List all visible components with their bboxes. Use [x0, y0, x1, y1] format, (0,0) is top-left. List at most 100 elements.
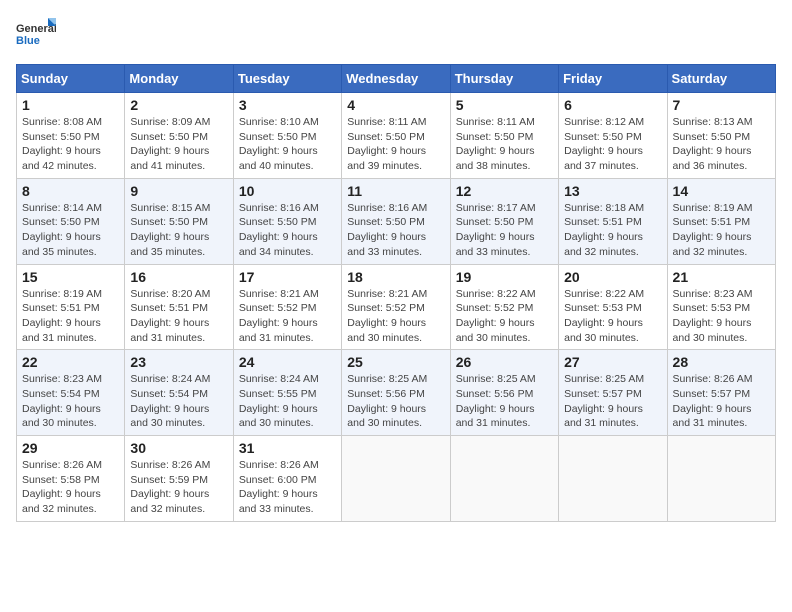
cell-info: Sunrise: 8:09 AM Sunset: 5:50 PM Dayligh… — [130, 115, 227, 174]
calendar-cell — [559, 436, 667, 522]
day-number: 19 — [456, 269, 553, 285]
calendar-cell: 13 Sunrise: 8:18 AM Sunset: 5:51 PM Dayl… — [559, 178, 667, 264]
calendar-cell: 24 Sunrise: 8:24 AM Sunset: 5:55 PM Dayl… — [233, 350, 341, 436]
day-number: 31 — [239, 440, 336, 456]
cell-info: Sunrise: 8:26 AM Sunset: 6:00 PM Dayligh… — [239, 458, 336, 517]
day-number: 21 — [673, 269, 770, 285]
cell-info: Sunrise: 8:08 AM Sunset: 5:50 PM Dayligh… — [22, 115, 119, 174]
calendar-cell: 4 Sunrise: 8:11 AM Sunset: 5:50 PM Dayli… — [342, 93, 450, 179]
cell-info: Sunrise: 8:16 AM Sunset: 5:50 PM Dayligh… — [347, 201, 444, 260]
day-number: 24 — [239, 354, 336, 370]
day-number: 2 — [130, 97, 227, 113]
cell-info: Sunrise: 8:25 AM Sunset: 5:56 PM Dayligh… — [347, 372, 444, 431]
cell-info: Sunrise: 8:14 AM Sunset: 5:50 PM Dayligh… — [22, 201, 119, 260]
cell-info: Sunrise: 8:19 AM Sunset: 5:51 PM Dayligh… — [22, 287, 119, 346]
day-number: 7 — [673, 97, 770, 113]
calendar-cell: 1 Sunrise: 8:08 AM Sunset: 5:50 PM Dayli… — [17, 93, 125, 179]
calendar-cell: 11 Sunrise: 8:16 AM Sunset: 5:50 PM Dayl… — [342, 178, 450, 264]
day-number: 5 — [456, 97, 553, 113]
cell-info: Sunrise: 8:13 AM Sunset: 5:50 PM Dayligh… — [673, 115, 770, 174]
cell-info: Sunrise: 8:22 AM Sunset: 5:53 PM Dayligh… — [564, 287, 661, 346]
calendar-cell: 31 Sunrise: 8:26 AM Sunset: 6:00 PM Dayl… — [233, 436, 341, 522]
cell-info: Sunrise: 8:10 AM Sunset: 5:50 PM Dayligh… — [239, 115, 336, 174]
calendar-cell: 15 Sunrise: 8:19 AM Sunset: 5:51 PM Dayl… — [17, 264, 125, 350]
calendar-cell: 26 Sunrise: 8:25 AM Sunset: 5:56 PM Dayl… — [450, 350, 558, 436]
calendar-week-row: 15 Sunrise: 8:19 AM Sunset: 5:51 PM Dayl… — [17, 264, 776, 350]
calendar-cell: 16 Sunrise: 8:20 AM Sunset: 5:51 PM Dayl… — [125, 264, 233, 350]
cell-info: Sunrise: 8:23 AM Sunset: 5:53 PM Dayligh… — [673, 287, 770, 346]
calendar-cell: 23 Sunrise: 8:24 AM Sunset: 5:54 PM Dayl… — [125, 350, 233, 436]
cell-info: Sunrise: 8:23 AM Sunset: 5:54 PM Dayligh… — [22, 372, 119, 431]
calendar-cell — [342, 436, 450, 522]
calendar-cell: 19 Sunrise: 8:22 AM Sunset: 5:52 PM Dayl… — [450, 264, 558, 350]
cell-info: Sunrise: 8:24 AM Sunset: 5:55 PM Dayligh… — [239, 372, 336, 431]
day-number: 12 — [456, 183, 553, 199]
calendar-cell: 12 Sunrise: 8:17 AM Sunset: 5:50 PM Dayl… — [450, 178, 558, 264]
day-number: 3 — [239, 97, 336, 113]
day-number: 22 — [22, 354, 119, 370]
cell-info: Sunrise: 8:12 AM Sunset: 5:50 PM Dayligh… — [564, 115, 661, 174]
cell-info: Sunrise: 8:21 AM Sunset: 5:52 PM Dayligh… — [239, 287, 336, 346]
cell-info: Sunrise: 8:16 AM Sunset: 5:50 PM Dayligh… — [239, 201, 336, 260]
day-header-tuesday: Tuesday — [233, 65, 341, 93]
cell-info: Sunrise: 8:26 AM Sunset: 5:59 PM Dayligh… — [130, 458, 227, 517]
calendar-cell: 14 Sunrise: 8:19 AM Sunset: 5:51 PM Dayl… — [667, 178, 775, 264]
day-number: 15 — [22, 269, 119, 285]
svg-text:Blue: Blue — [16, 35, 40, 47]
day-number: 4 — [347, 97, 444, 113]
day-number: 11 — [347, 183, 444, 199]
day-number: 14 — [673, 183, 770, 199]
cell-info: Sunrise: 8:20 AM Sunset: 5:51 PM Dayligh… — [130, 287, 227, 346]
day-header-saturday: Saturday — [667, 65, 775, 93]
day-number: 27 — [564, 354, 661, 370]
calendar-cell: 8 Sunrise: 8:14 AM Sunset: 5:50 PM Dayli… — [17, 178, 125, 264]
calendar-cell: 7 Sunrise: 8:13 AM Sunset: 5:50 PM Dayli… — [667, 93, 775, 179]
cell-info: Sunrise: 8:11 AM Sunset: 5:50 PM Dayligh… — [456, 115, 553, 174]
day-number: 16 — [130, 269, 227, 285]
calendar-cell: 27 Sunrise: 8:25 AM Sunset: 5:57 PM Dayl… — [559, 350, 667, 436]
cell-info: Sunrise: 8:25 AM Sunset: 5:56 PM Dayligh… — [456, 372, 553, 431]
day-number: 18 — [347, 269, 444, 285]
calendar-cell: 22 Sunrise: 8:23 AM Sunset: 5:54 PM Dayl… — [17, 350, 125, 436]
day-header-friday: Friday — [559, 65, 667, 93]
calendar-cell: 6 Sunrise: 8:12 AM Sunset: 5:50 PM Dayli… — [559, 93, 667, 179]
calendar-cell: 5 Sunrise: 8:11 AM Sunset: 5:50 PM Dayli… — [450, 93, 558, 179]
calendar-cell: 28 Sunrise: 8:26 AM Sunset: 5:57 PM Dayl… — [667, 350, 775, 436]
calendar-cell: 9 Sunrise: 8:15 AM Sunset: 5:50 PM Dayli… — [125, 178, 233, 264]
cell-info: Sunrise: 8:17 AM Sunset: 5:50 PM Dayligh… — [456, 201, 553, 260]
day-number: 8 — [22, 183, 119, 199]
day-header-wednesday: Wednesday — [342, 65, 450, 93]
cell-info: Sunrise: 8:26 AM Sunset: 5:57 PM Dayligh… — [673, 372, 770, 431]
calendar-week-row: 29 Sunrise: 8:26 AM Sunset: 5:58 PM Dayl… — [17, 436, 776, 522]
calendar-cell — [667, 436, 775, 522]
day-number: 25 — [347, 354, 444, 370]
cell-info: Sunrise: 8:22 AM Sunset: 5:52 PM Dayligh… — [456, 287, 553, 346]
day-number: 28 — [673, 354, 770, 370]
day-number: 1 — [22, 97, 119, 113]
cell-info: Sunrise: 8:25 AM Sunset: 5:57 PM Dayligh… — [564, 372, 661, 431]
calendar-table: SundayMondayTuesdayWednesdayThursdayFrid… — [16, 64, 776, 522]
day-number: 17 — [239, 269, 336, 285]
calendar-body: 1 Sunrise: 8:08 AM Sunset: 5:50 PM Dayli… — [17, 93, 776, 522]
cell-info: Sunrise: 8:24 AM Sunset: 5:54 PM Dayligh… — [130, 372, 227, 431]
cell-info: Sunrise: 8:19 AM Sunset: 5:51 PM Dayligh… — [673, 201, 770, 260]
calendar-cell: 2 Sunrise: 8:09 AM Sunset: 5:50 PM Dayli… — [125, 93, 233, 179]
calendar-header-row: SundayMondayTuesdayWednesdayThursdayFrid… — [17, 65, 776, 93]
day-number: 30 — [130, 440, 227, 456]
cell-info: Sunrise: 8:15 AM Sunset: 5:50 PM Dayligh… — [130, 201, 227, 260]
day-number: 9 — [130, 183, 227, 199]
calendar-cell: 10 Sunrise: 8:16 AM Sunset: 5:50 PM Dayl… — [233, 178, 341, 264]
day-number: 13 — [564, 183, 661, 199]
calendar-week-row: 22 Sunrise: 8:23 AM Sunset: 5:54 PM Dayl… — [17, 350, 776, 436]
page-header: General Blue — [16, 16, 776, 52]
calendar-cell: 3 Sunrise: 8:10 AM Sunset: 5:50 PM Dayli… — [233, 93, 341, 179]
logo: General Blue — [16, 16, 56, 52]
cell-info: Sunrise: 8:21 AM Sunset: 5:52 PM Dayligh… — [347, 287, 444, 346]
calendar-cell: 17 Sunrise: 8:21 AM Sunset: 5:52 PM Dayl… — [233, 264, 341, 350]
day-number: 23 — [130, 354, 227, 370]
day-number: 20 — [564, 269, 661, 285]
calendar-cell: 21 Sunrise: 8:23 AM Sunset: 5:53 PM Dayl… — [667, 264, 775, 350]
calendar-cell: 25 Sunrise: 8:25 AM Sunset: 5:56 PM Dayl… — [342, 350, 450, 436]
day-number: 10 — [239, 183, 336, 199]
day-number: 6 — [564, 97, 661, 113]
